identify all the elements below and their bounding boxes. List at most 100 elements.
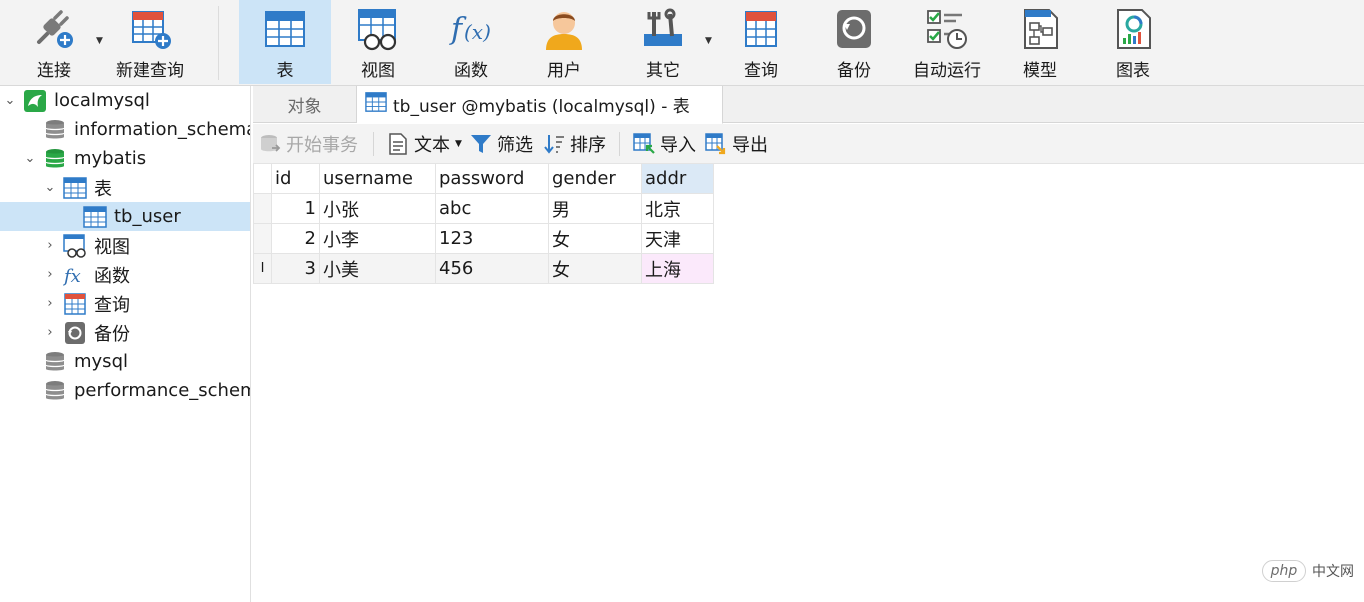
begin-transaction-label: 开始事务 [286,135,358,156]
model-button[interactable]: 模型 [994,0,1086,84]
tree-label: information_schema [74,119,251,140]
tree-label: 查询 [94,294,130,316]
row-cursor-indicator[interactable]: I [253,253,272,284]
table-row[interactable]: I 3 小美 456 女 上海 [253,253,714,284]
sort-icon [543,133,565,155]
query-button[interactable]: 查询 [715,0,807,84]
tree-node-tb-user[interactable]: tb_user [0,202,250,231]
other-dropdown-caret[interactable]: ▼ [705,36,712,46]
tree-node-connection[interactable]: ⌄ localmysql [0,86,250,115]
tools-icon [640,6,686,52]
function-icon: f (x) [448,6,494,52]
table-icon [63,176,87,200]
other-button[interactable]: 其它 [617,0,709,84]
connect-dropdown-caret[interactable]: ▼ [96,36,103,46]
cell-gender[interactable]: 男 [548,193,642,224]
chevron-right-icon[interactable]: › [43,238,57,253]
column-header-gender[interactable]: gender [548,163,642,194]
row-header[interactable] [253,193,272,224]
import-icon [633,133,655,155]
table-row[interactable]: 1 小张 abc 男 北京 [253,193,714,224]
other-label: 其它 [646,61,680,81]
tree-node-mysql[interactable]: mysql [0,347,250,376]
chevron-right-icon[interactable]: › [43,296,57,311]
tree-node-queries[interactable]: › 查询 [0,289,250,318]
import-button[interactable]: 导入 [633,124,696,164]
filter-button[interactable]: 筛选 [470,124,533,164]
begin-transaction-button[interactable]: 开始事务 [259,124,358,164]
chevron-right-icon[interactable]: › [43,325,57,340]
cell-id[interactable]: 1 [271,193,320,224]
cell-password[interactable]: 123 [435,223,549,254]
tab-bar: 对象 tb_user @mybatis (localmysql) - 表 [253,86,1364,124]
cell-gender[interactable]: 女 [548,253,642,284]
tree-node-mybatis[interactable]: ⌄ mybatis [0,144,250,173]
toolbar-divider [619,132,620,156]
sort-button[interactable]: 排序 [543,124,606,164]
auto-run-button[interactable]: 自动运行 [900,0,994,84]
backup-button[interactable]: 备份 [808,0,900,84]
column-header-username[interactable]: username [319,163,436,194]
row-header-corner [253,163,272,194]
tab-objects[interactable]: 对象 [253,86,357,123]
user-button[interactable]: 用户 [518,0,610,84]
php-logo: php [1262,560,1306,582]
document-icon [387,133,409,155]
tab-tb-user[interactable]: tb_user @mybatis (localmysql) - 表 [357,86,723,124]
svg-text:(x): (x) [464,20,491,44]
text-button[interactable]: 文本 ▼ [387,124,462,164]
chevron-down-icon[interactable]: ⌄ [43,180,57,195]
tree-node-performance-schema[interactable]: performance_schema [0,376,251,405]
export-button[interactable]: 导出 [705,124,768,164]
database-icon [43,118,67,142]
column-header-id[interactable]: id [271,163,320,194]
table-label: 表 [276,61,294,81]
main-toolbar: 连接 ▼ 新建查询 表 视图 f (x) 函数 用户 其它 ▼ 查询 备份 自动… [0,0,1364,86]
tree-node-information-schema[interactable]: information_schema [0,115,251,144]
chart-icon [1110,6,1156,52]
tree-node-views[interactable]: › 视图 [0,231,250,260]
tree-label: localmysql [54,90,150,111]
connect-button[interactable]: 连接 [14,0,94,84]
column-header-addr[interactable]: addr [641,163,714,194]
column-header-password[interactable]: password [435,163,549,194]
export-label: 导出 [732,135,768,156]
cell-password[interactable]: abc [435,193,549,224]
tree-node-backups[interactable]: › 备份 [0,318,250,347]
cell-password[interactable]: 456 [435,253,549,284]
cell-id[interactable]: 3 [271,253,320,284]
table-toolbar: 开始事务 文本 ▼ 筛选 排序 导入 导出 [253,124,1364,164]
new-query-label: 新建查询 [116,61,184,81]
chart-button[interactable]: 图表 [1087,0,1179,84]
plug-icon [31,6,77,52]
view-label: 视图 [361,61,395,81]
tab-label: tb_user @mybatis (localmysql) - 表 [393,97,690,117]
tree-label: 视图 [94,236,130,258]
database-icon [43,147,67,171]
chevron-down-icon[interactable]: ⌄ [23,151,37,166]
table-row[interactable]: 2 小李 123 女 天津 [253,223,714,254]
toolbar-divider [373,132,374,156]
cell-addr[interactable]: 天津 [641,223,714,254]
text-dropdown-caret[interactable]: ▼ [455,139,462,149]
new-query-button[interactable]: 新建查询 [110,0,190,84]
function-icon: fx [63,263,87,287]
table-button[interactable]: 表 [239,0,331,84]
chevron-down-icon[interactable]: ⌄ [3,93,17,108]
cell-addr[interactable]: 北京 [641,193,714,224]
cell-username[interactable]: 小张 [319,193,436,224]
backup-icon [831,6,877,52]
cell-id[interactable]: 2 [271,223,320,254]
chevron-right-icon[interactable]: › [43,267,57,282]
tree-label: performance_schema [74,380,251,401]
view-button[interactable]: 视图 [332,0,424,84]
row-header[interactable] [253,223,272,254]
cell-addr[interactable]: 上海 [641,253,714,284]
view-icon [63,233,87,258]
tree-node-tables[interactable]: ⌄ 表 [0,173,250,202]
cell-username[interactable]: 小李 [319,223,436,254]
function-button[interactable]: f (x) 函数 [425,0,517,84]
tree-node-functions[interactable]: › fx 函数 [0,260,250,289]
cell-username[interactable]: 小美 [319,253,436,284]
cell-gender[interactable]: 女 [548,223,642,254]
